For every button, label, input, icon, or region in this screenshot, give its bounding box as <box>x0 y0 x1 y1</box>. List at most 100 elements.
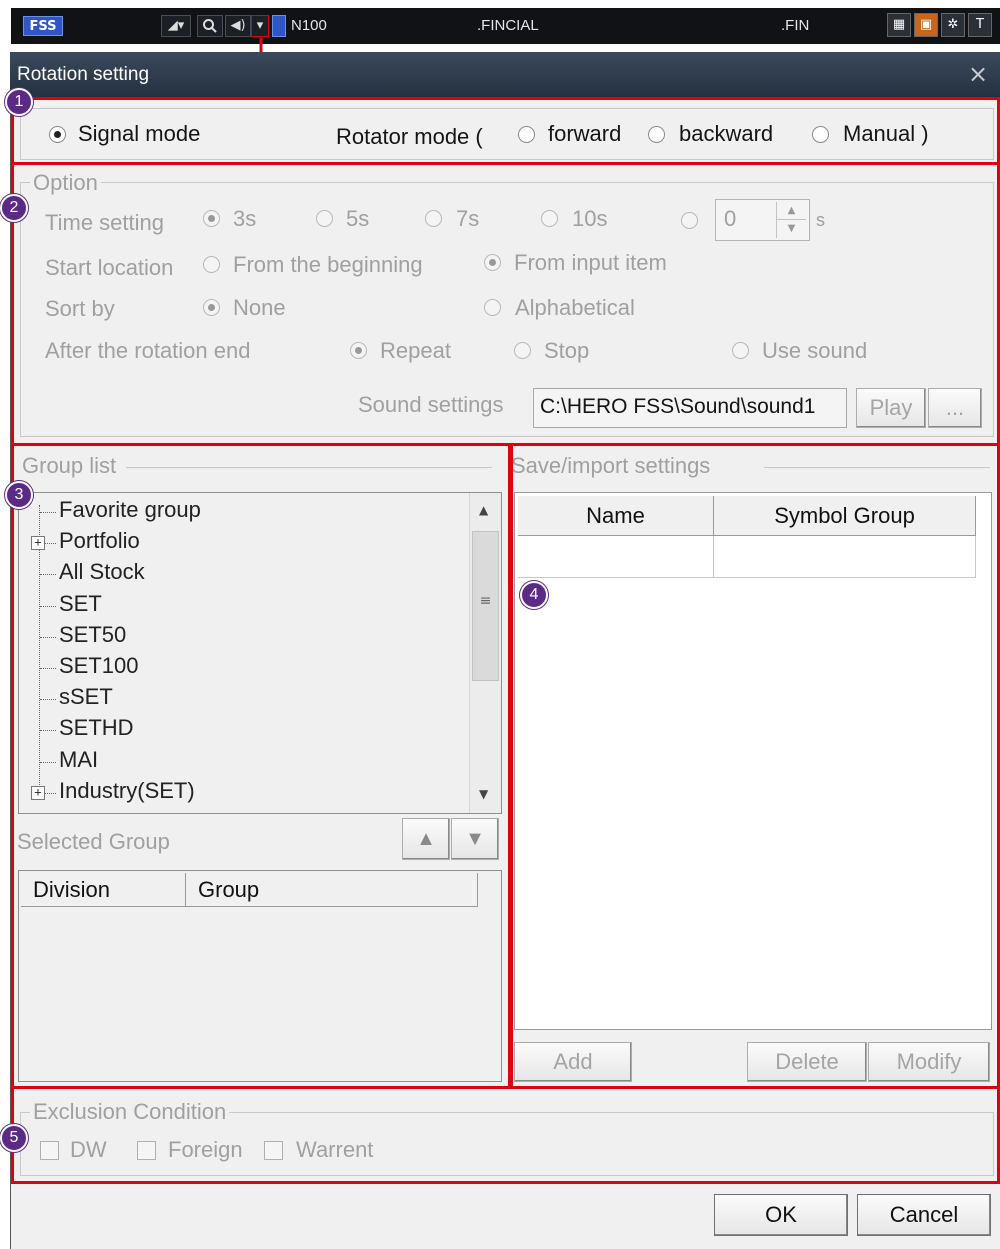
play-button[interactable]: Play <box>856 388 926 428</box>
badge-2: 2 <box>0 194 28 222</box>
search-icon[interactable] <box>197 15 223 37</box>
symbol-group-column-header[interactable]: Symbol Group <box>714 496 976 536</box>
tree-item[interactable]: SETHD <box>59 715 134 741</box>
time-10s-label[interactable]: 10s <box>572 206 607 232</box>
save-import-grid[interactable]: Name Symbol Group <box>514 492 992 1030</box>
tree-item[interactable]: MAI <box>59 747 98 773</box>
scroll-up-icon[interactable]: ▲ <box>479 503 488 517</box>
dw-label[interactable]: DW <box>70 1137 107 1163</box>
sound-path-input[interactable]: C:\HERO FSS\Sound\sound1 <box>533 388 847 428</box>
tree-connector-branch <box>40 574 56 576</box>
dialog-titlebar <box>10 52 1000 97</box>
add-button[interactable]: Add <box>514 1042 632 1082</box>
save-import-title: Save/import settings <box>511 453 711 478</box>
after-repeat-label[interactable]: Repeat <box>380 338 451 364</box>
browse-button[interactable]: ... <box>928 388 982 428</box>
scroll-thumb[interactable]: ≡ <box>472 531 499 681</box>
modify-button[interactable]: Modify <box>868 1042 990 1082</box>
start-input-radio[interactable] <box>484 254 501 271</box>
time-7s-label[interactable]: 7s <box>456 206 479 232</box>
layout-icon[interactable]: ▦ <box>887 13 911 37</box>
time-custom-radio[interactable] <box>681 212 698 229</box>
tree-connector-branch <box>40 512 56 513</box>
move-up-button[interactable]: ▲ <box>402 818 450 860</box>
warrent-label[interactable]: Warrent <box>296 1137 373 1163</box>
spinner-arrows-icon[interactable]: ▲ ▼ <box>776 202 806 238</box>
text-size-icon[interactable]: T <box>968 13 992 37</box>
group-tree-scrollbar[interactable]: ▲ ≡ ▼ <box>469 493 501 813</box>
gear-icon[interactable]: ✲ <box>941 13 965 37</box>
table-row[interactable] <box>518 536 976 578</box>
after-stop-label[interactable]: Stop <box>544 338 589 364</box>
dropdown-arrow-icon[interactable]: ◢▾ <box>161 15 191 37</box>
symbol-code[interactable]: N100 <box>291 15 327 37</box>
group-tree[interactable]: Favorite group + Portfolio All Stock SET SET5… <box>18 492 502 814</box>
tree-item[interactable]: sSET <box>59 684 113 710</box>
time-5s-radio[interactable] <box>316 210 333 227</box>
selected-group-grid[interactable]: Division Group <box>18 870 502 1082</box>
speaker-icon[interactable]: ◀) <box>225 15 251 37</box>
group-column-header[interactable]: Group <box>186 873 478 907</box>
close-icon[interactable]: × <box>968 60 988 88</box>
time-10s-radio[interactable] <box>541 210 558 227</box>
division-column-header[interactable]: Division <box>21 873 186 907</box>
move-down-button[interactable]: ▼ <box>451 818 499 860</box>
time-3s-label[interactable]: 3s <box>233 206 256 232</box>
after-repeat-radio[interactable] <box>350 342 367 359</box>
backward-radio[interactable] <box>648 126 665 143</box>
fss-logo: FSS <box>23 16 63 36</box>
cell-divider <box>713 536 714 578</box>
dw-checkbox[interactable] <box>40 1141 59 1160</box>
signal-mode-radio[interactable] <box>49 126 66 143</box>
manual-label[interactable]: Manual ) <box>843 121 929 147</box>
manual-radio[interactable] <box>812 126 829 143</box>
sort-alpha-radio[interactable] <box>484 299 501 316</box>
sort-none-label[interactable]: None <box>233 295 286 321</box>
sound-path-value: C:\HERO FSS\Sound\sound1 <box>540 395 816 418</box>
symbol-field-2: .FIN <box>781 17 810 34</box>
cancel-button[interactable]: Cancel <box>857 1194 991 1236</box>
window-icon[interactable]: ▣ <box>914 13 938 37</box>
start-input-label[interactable]: From input item <box>514 250 667 276</box>
group-list-rule <box>126 467 492 468</box>
tree-item[interactable]: SET50 <box>59 622 126 648</box>
time-5s-label[interactable]: 5s <box>346 206 369 232</box>
backward-label[interactable]: backward <box>679 121 773 147</box>
tree-item[interactable]: SET <box>59 591 102 617</box>
sort-by-label: Sort by <box>45 296 115 321</box>
use-sound-radio[interactable] <box>732 342 749 359</box>
tree-item[interactable]: SET100 <box>59 653 139 679</box>
scroll-down-icon[interactable]: ▼ <box>479 787 488 801</box>
time-7s-radio[interactable] <box>425 210 442 227</box>
selected-group-label: Selected Group <box>17 829 170 854</box>
use-sound-label[interactable]: Use sound <box>762 338 867 364</box>
option-group <box>20 182 994 437</box>
time-3s-radio[interactable] <box>203 210 220 227</box>
sort-none-radio[interactable] <box>203 299 220 316</box>
forward-label[interactable]: forward <box>548 121 621 147</box>
name-column-header[interactable]: Name <box>518 496 714 536</box>
tree-item[interactable]: Favorite group <box>59 497 201 523</box>
warrent-checkbox[interactable] <box>264 1141 283 1160</box>
expand-plus-icon[interactable]: + <box>31 536 45 551</box>
tree-item[interactable]: All Stock <box>59 559 145 585</box>
signal-mode-label[interactable]: Signal mode <box>78 121 200 147</box>
ok-button[interactable]: OK <box>714 1194 848 1236</box>
sort-alpha-label[interactable]: Alphabetical <box>515 295 635 321</box>
tree-item[interactable]: Portfolio <box>59 528 140 554</box>
badge-3: 3 <box>5 481 33 509</box>
custom-seconds-input[interactable]: 0 ▲ ▼ <box>715 199 810 241</box>
dialog-title: Rotation setting <box>17 64 150 85</box>
sound-settings-label: Sound settings <box>358 392 504 417</box>
forward-radio[interactable] <box>518 126 535 143</box>
start-beginning-radio[interactable] <box>203 256 220 273</box>
after-stop-radio[interactable] <box>514 342 531 359</box>
group-list-title: Group list <box>22 453 117 478</box>
foreign-label[interactable]: Foreign <box>168 1137 243 1163</box>
delete-button[interactable]: Delete <box>747 1042 867 1082</box>
start-beginning-label[interactable]: From the beginning <box>233 252 423 278</box>
tree-item[interactable]: Industry(SET) <box>59 778 195 804</box>
rotation-dropdown-icon[interactable]: ▾ <box>251 15 269 37</box>
foreign-checkbox[interactable] <box>137 1141 156 1160</box>
expand-plus-icon[interactable]: + <box>31 785 45 800</box>
